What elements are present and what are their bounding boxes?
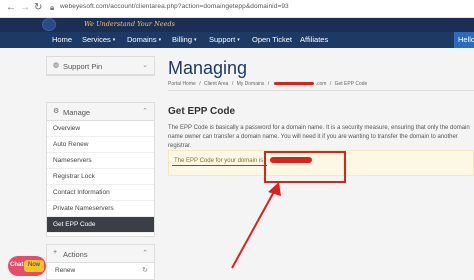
sidebar-item-contact-information[interactable]: Contact Information	[47, 185, 154, 201]
globe-icon: ◍	[53, 62, 60, 69]
forward-arrow-icon[interactable]: →	[20, 2, 30, 14]
sidebar-item-overview[interactable]: Overview	[47, 121, 154, 137]
chevron-up-icon[interactable]: ⌃	[142, 107, 148, 115]
breadcrumb-separator: /	[267, 81, 270, 87]
main-navigation: Home Services ▾ Domains ▾ Billing ▾ Support…	[0, 32, 474, 48]
breadcrumb-separator: /	[329, 81, 332, 87]
breadcrumb-separator: /	[199, 81, 201, 87]
chevron-down-icon[interactable]: ⌄	[142, 61, 148, 69]
divider	[168, 90, 474, 91]
breadcrumb: Portal Home / Client Area / My Domains /…	[168, 81, 369, 87]
sidebar-item-get-epp-code[interactable]: Get EPP Code	[47, 217, 154, 233]
plus-icon: +	[53, 249, 58, 256]
epp-description: The EPP Code is basically a password for…	[168, 125, 470, 149]
site-header: We Understand Your Needs	[0, 18, 474, 32]
chevron-down-icon: ▾	[237, 37, 240, 43]
breadcrumb-domain-tld[interactable]: .com	[316, 81, 327, 87]
chat-now-badge[interactable]: Now	[24, 260, 44, 272]
nav-home[interactable]: Home	[52, 35, 72, 44]
nav-affiliates[interactable]: Affiliates	[300, 35, 328, 44]
breadcrumb-client-area[interactable]: Client Area	[204, 81, 228, 87]
chevron-up-icon[interactable]: ⌃	[142, 249, 148, 257]
sidebar-item-private-nameservers[interactable]: Private Nameservers	[47, 201, 154, 217]
annotation-highlight-box	[264, 151, 346, 183]
breadcrumb-my-domains[interactable]: My Domains	[237, 81, 265, 87]
panel-title: Support Pin	[63, 62, 103, 71]
page-title: Managing	[168, 58, 248, 78]
gear-icon: ⚙	[53, 108, 60, 115]
chevron-down-icon: ▾	[112, 37, 116, 43]
support-pin-header[interactable]: ◍ Support Pin ⌄	[47, 57, 154, 75]
nav-open-ticket[interactable]: Open Ticket	[252, 35, 292, 44]
sidebar-item-renew[interactable]: Renew ↻	[47, 263, 154, 279]
sidebar-item-nameservers[interactable]: Nameservers	[47, 153, 154, 169]
chat-label[interactable]: Chat	[10, 262, 23, 268]
breadcrumb-portal-home[interactable]: Portal Home	[168, 81, 196, 87]
refresh-icon: ↻	[142, 267, 148, 274]
back-arrow-icon[interactable]: ←	[6, 2, 16, 14]
nav-services[interactable]: Services ▾	[82, 35, 115, 44]
epp-code-label: The EPP Code for your domain is	[174, 158, 264, 164]
address-bar[interactable]: webeyesoft.com/account/clientarea.php?ac…	[60, 3, 289, 10]
breadcrumb-separator: /	[231, 81, 234, 87]
sidebar-item-label: Renew	[55, 267, 76, 274]
actions-header[interactable]: + Actions ⌃	[47, 245, 154, 263]
chevron-down-icon: ▾	[194, 37, 197, 43]
manage-header[interactable]: ⚙ Manage ⌃	[47, 103, 154, 121]
nav-support[interactable]: Support ▾	[209, 35, 240, 44]
section-title: Get EPP Code	[168, 106, 236, 117]
sidebar-item-registrar-lock[interactable]: Registrar Lock	[47, 169, 154, 185]
panel-title: Actions	[63, 250, 88, 259]
actions-panel: + Actions ⌃ Renew ↻	[46, 244, 155, 280]
tagline: We Understand Your Needs	[84, 20, 175, 28]
browser-toolbar: ← → ↻ 🔒︎ webeyesoft.com/account/clientar…	[0, 0, 474, 18]
annotation-underline	[172, 165, 267, 166]
chevron-down-icon: ▾	[158, 37, 162, 43]
panel-title: Manage	[63, 108, 91, 117]
hello-user-menu[interactable]: Hello	[454, 32, 474, 48]
nav-domains[interactable]: Domains ▾	[127, 35, 161, 44]
lock-icon: 🔒︎	[50, 3, 55, 12]
redaction-mark	[273, 82, 314, 86]
breadcrumb-current: Get EPP Code	[334, 81, 368, 87]
manage-panel: ⚙ Manage ⌃ Overview Auto Renew Nameserve…	[46, 102, 155, 237]
sidebar-item-auto-renew[interactable]: Auto Renew	[47, 137, 154, 153]
logo[interactable]	[42, 18, 56, 31]
support-pin-panel: ◍ Support Pin ⌄	[46, 56, 155, 76]
reload-icon[interactable]: ↻	[34, 2, 42, 14]
nav-billing[interactable]: Billing ▾	[172, 35, 197, 44]
